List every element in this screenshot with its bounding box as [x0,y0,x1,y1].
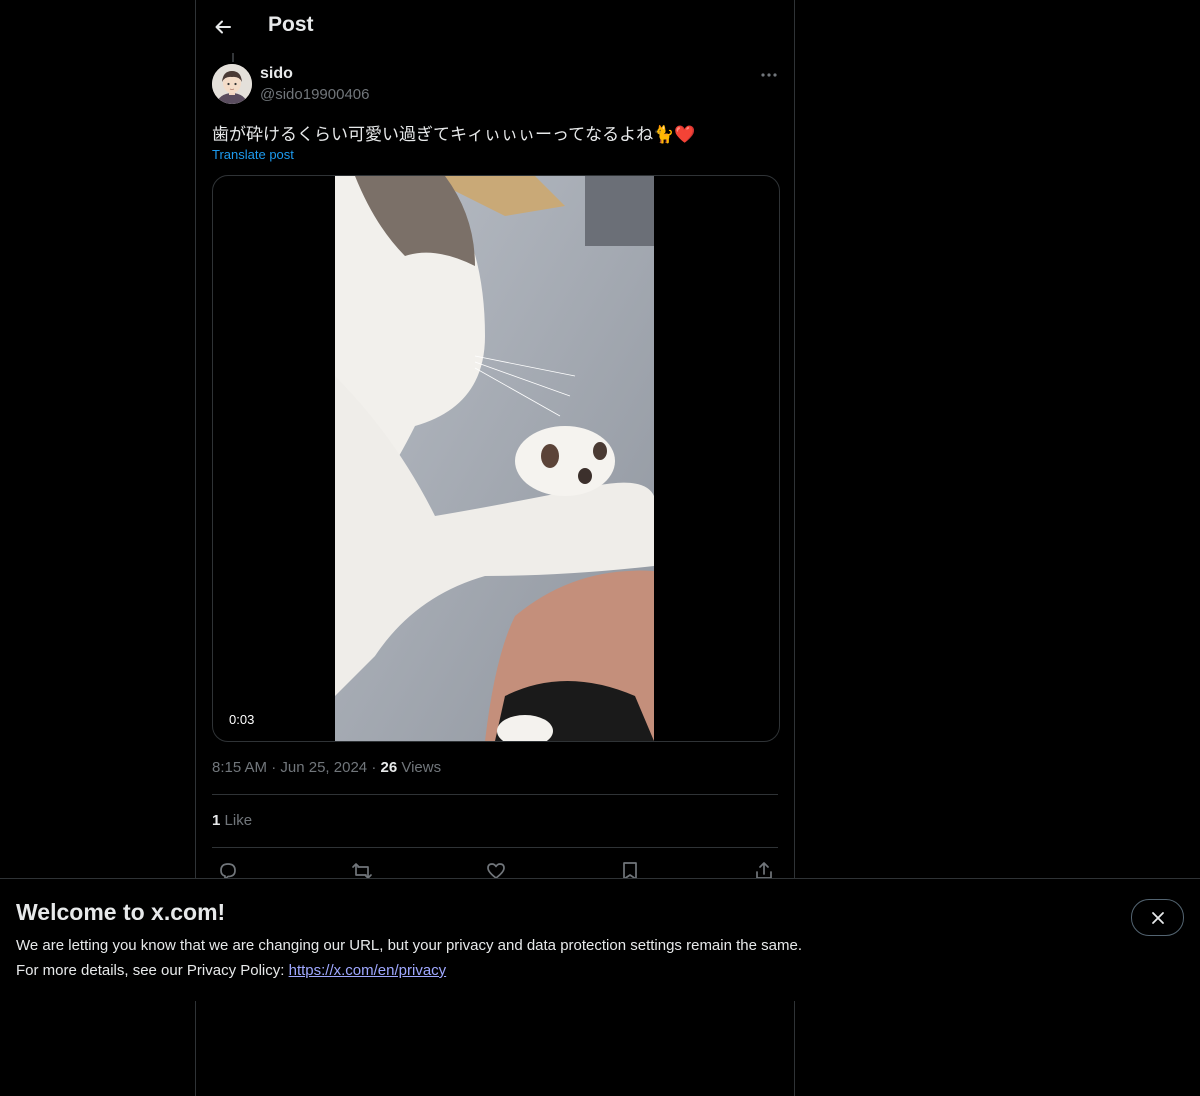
banner-privacy-prefix: For more details, see our Privacy Policy… [16,962,285,979]
divider [212,847,778,848]
likes-count: 1 [212,812,221,829]
views-count: 26 [380,759,398,776]
avatar[interactable] [212,64,252,104]
translate-post-link[interactable]: Translate post [212,147,294,162]
video-frame [335,176,654,741]
banner-message: We are letting you know that we are chan… [16,937,802,954]
likes-summary[interactable]: 1 Like [212,812,252,829]
meta-separator: · [271,759,277,776]
video-duration: 0:03 [221,710,263,729]
banner-title: Welcome to x.com! [16,899,226,925]
close-icon [1151,911,1164,924]
video-player[interactable]: 0:03 [212,175,780,742]
meta-separator: · [371,759,377,776]
thread-line [232,53,234,62]
post-date[interactable]: Jun 25, 2024 [280,759,367,776]
post-time[interactable]: 8:15 AM [212,759,267,776]
post-metadata: 8:15 AM · Jun 25, 2024 · 26 Views [212,759,441,776]
avatar-illustration [212,64,252,104]
author-handle[interactable]: @sido19900406 [260,86,369,103]
likes-label: Like [224,812,253,829]
more-horizontal-icon [761,73,777,77]
banner-privacy-line: For more details, see our Privacy Policy… [16,962,446,979]
page-header: Post [196,0,794,53]
divider [212,794,778,795]
views-label: Views [401,759,442,776]
author-name[interactable]: sido [260,65,293,83]
close-banner-button[interactable] [1131,899,1184,936]
arrow-left-icon [215,20,231,34]
back-button[interactable] [208,12,238,42]
welcome-banner: Welcome to x.com! We are letting you kno… [0,878,1200,1001]
page-title: Post [268,13,314,36]
privacy-policy-link[interactable]: https://x.com/en/privacy [289,962,447,979]
post-text: 歯が砕けるくらい可愛い過ぎてキィぃぃぃーってなるよね🐈❤️ [212,125,696,144]
more-options-button[interactable] [756,64,782,86]
